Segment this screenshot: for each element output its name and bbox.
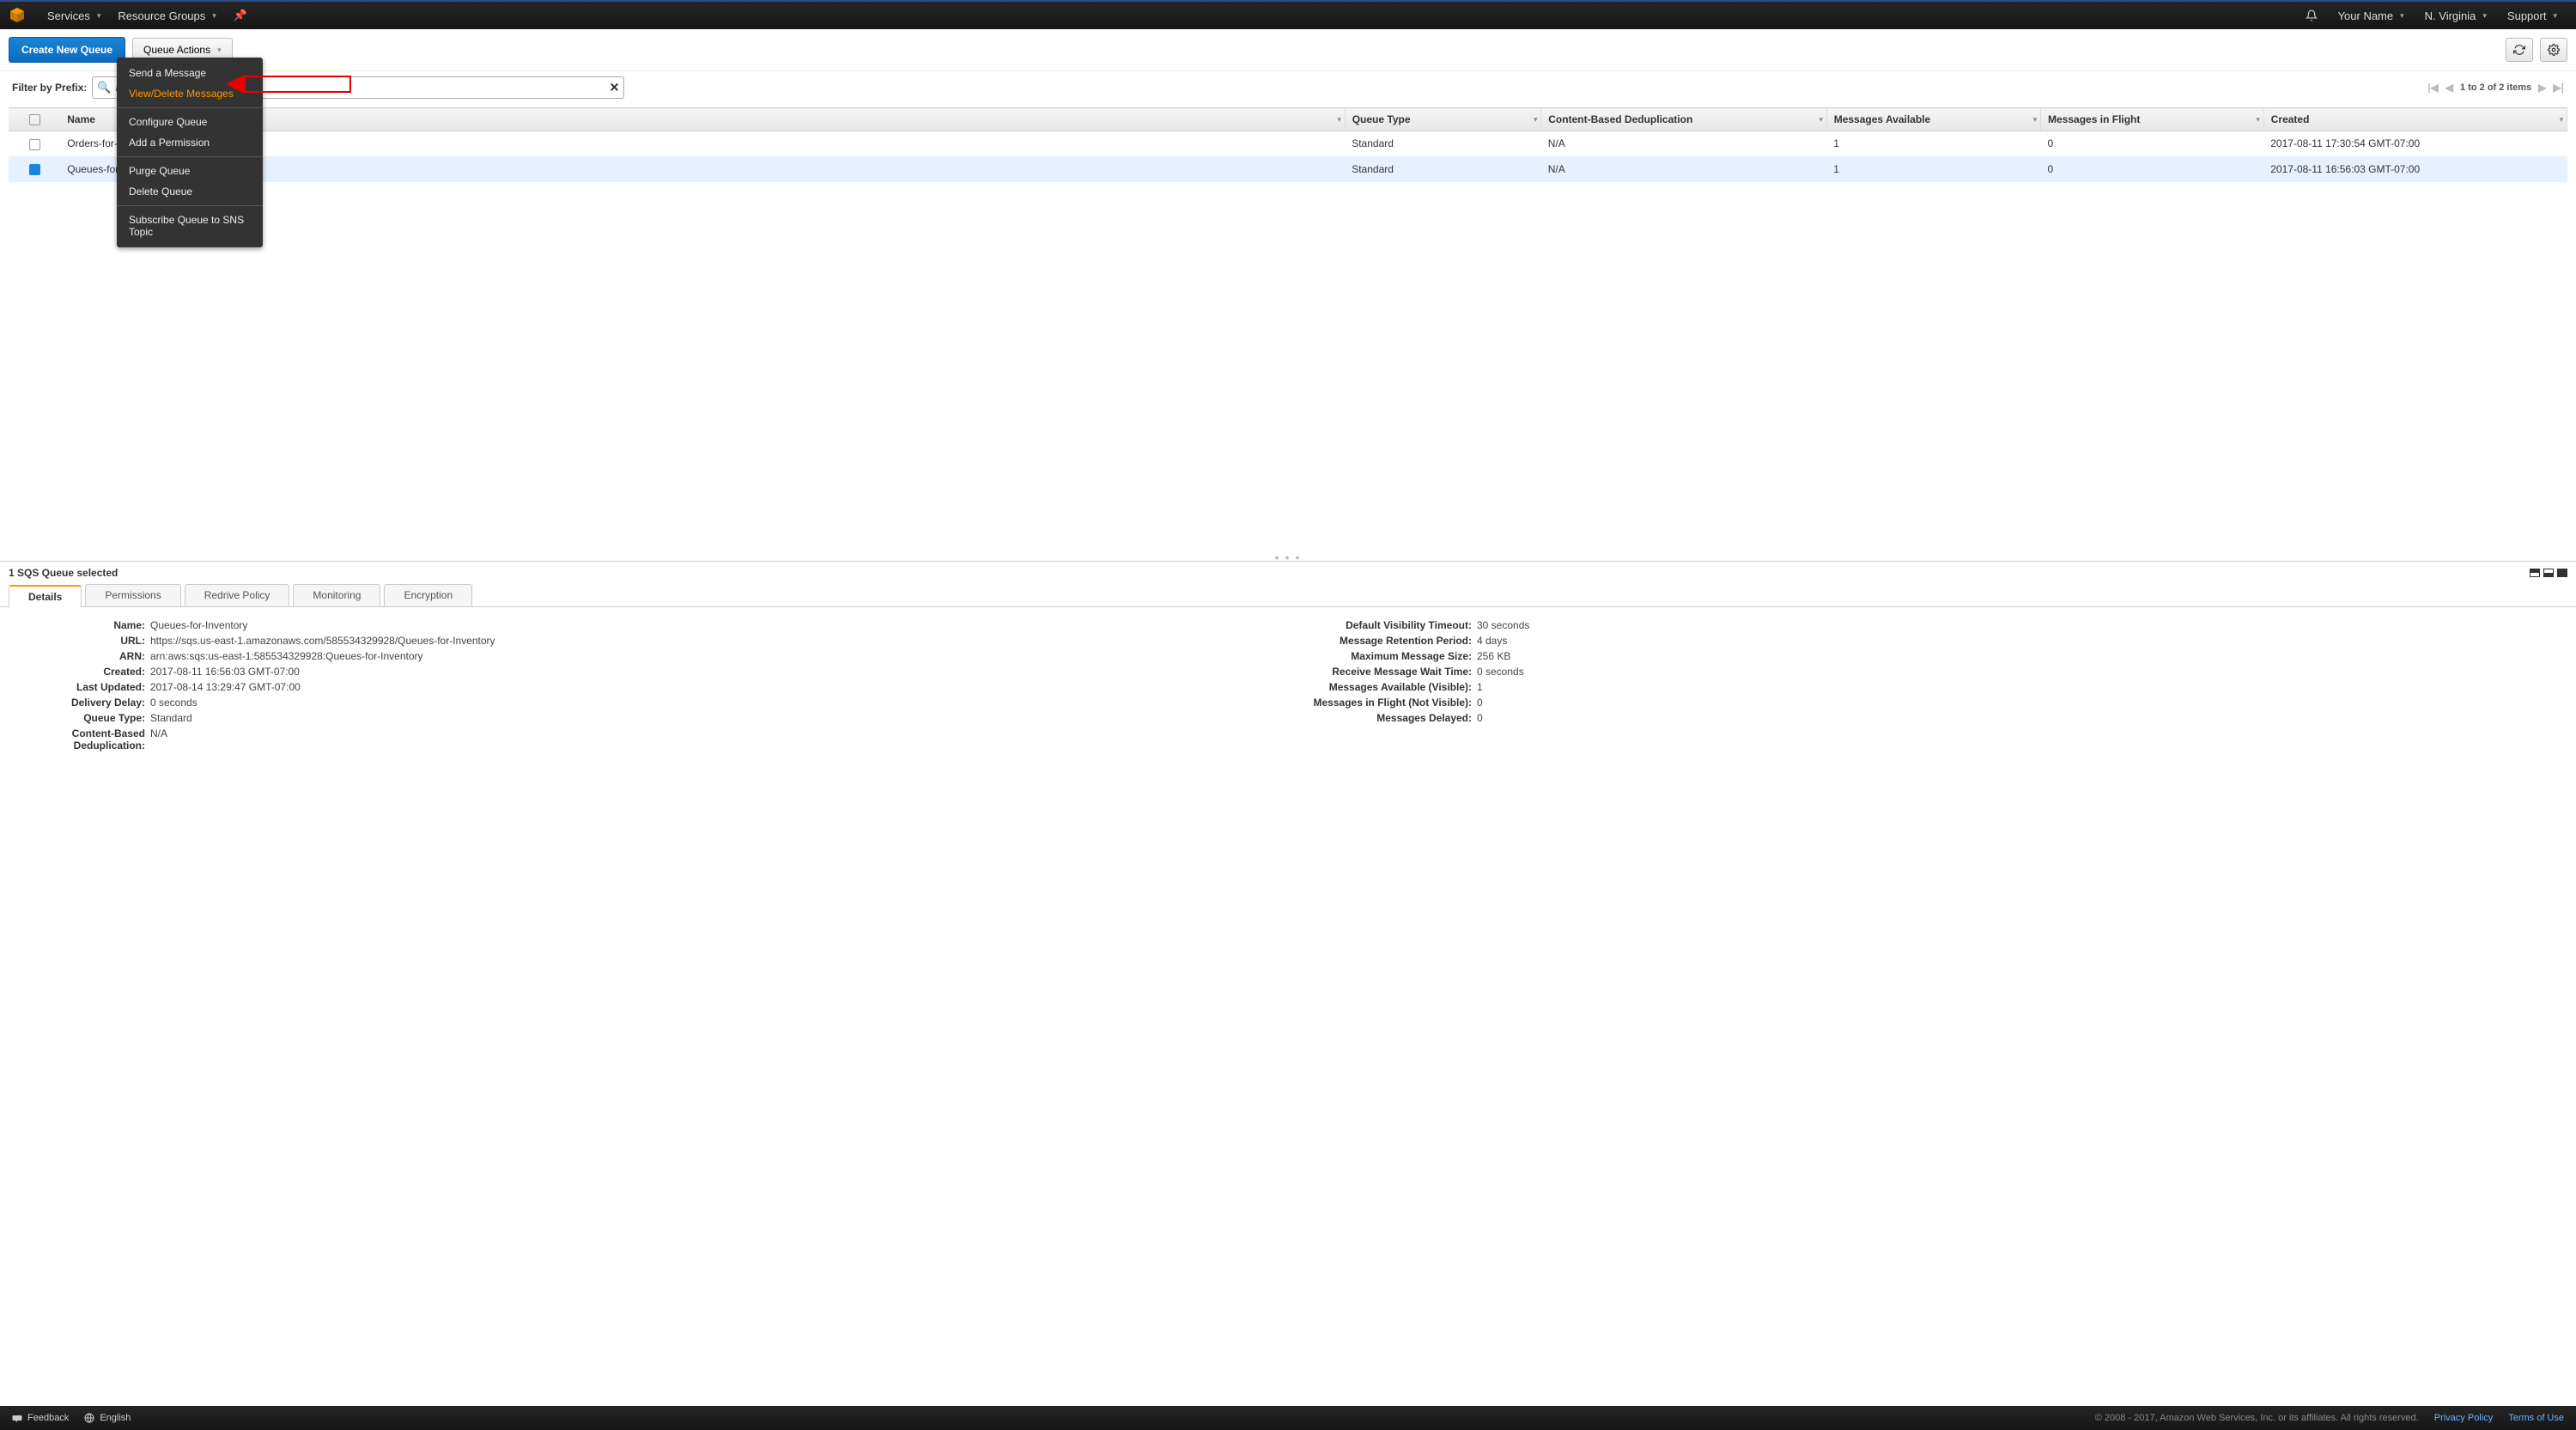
row-checkbox[interactable] [29, 139, 40, 150]
menu-subscribe-sns[interactable]: Subscribe Queue to SNS Topic [117, 210, 263, 242]
detail-created: 2017-08-11 16:56:03 GMT-07:00 [150, 666, 300, 678]
toolbar: Create New Queue Queue Actions▾ [0, 29, 2576, 71]
bell-icon[interactable] [2295, 1, 2328, 30]
detail-delivery-delay: 0 seconds [150, 697, 197, 709]
aws-logo-icon[interactable] [9, 7, 26, 24]
global-nav: Services▾ Resource Groups▾ 📌 Your Name▾ … [0, 0, 2576, 29]
nav-region[interactable]: N. Virginia▾ [2415, 1, 2497, 30]
search-icon: 🔍 [97, 81, 111, 94]
menu-send-message[interactable]: Send a Message [117, 63, 263, 83]
detail-url: https://sqs.us-east-1.amazonaws.com/5855… [150, 635, 495, 647]
filter-label: Filter by Prefix: [12, 82, 87, 94]
detail-tabs: Details Permissions Redrive Policy Monit… [0, 579, 2576, 607]
feedback-link[interactable]: Feedback [12, 1413, 69, 1423]
language-selector[interactable]: English [84, 1413, 131, 1423]
copyright: © 2008 - 2017, Amazon Web Services, Inc.… [2095, 1413, 2419, 1423]
nav-services[interactable]: Services▾ [39, 1, 109, 30]
detail-wait-time: 0 seconds [1477, 666, 1524, 678]
pager-next-icon[interactable]: ▶ [2538, 82, 2546, 94]
col-messages-available[interactable]: Messages Available▾ [1826, 108, 2040, 131]
detail-arn: arn:aws:sqs:us-east-1:585534329928:Queue… [150, 650, 423, 662]
nav-account[interactable]: Your Name▾ [2328, 1, 2415, 30]
detail-queue-type: Standard [150, 712, 192, 724]
selection-status: 1 SQS Queue selected [9, 567, 118, 579]
nav-support[interactable]: Support▾ [2497, 1, 2567, 30]
detail-msg-flight: 0 [1477, 697, 1483, 709]
refresh-button[interactable] [2506, 38, 2533, 62]
select-all-checkbox[interactable] [29, 114, 40, 125]
detail-cbd: N/A [150, 727, 167, 752]
col-cbd[interactable]: Content-Based Deduplication▾ [1541, 108, 1826, 131]
footer: Feedback English © 2008 - 2017, Amazon W… [0, 1406, 2576, 1430]
splitter-handle[interactable]: ● ● ● [0, 554, 2576, 561]
col-created[interactable]: Created▾ [2263, 108, 2567, 131]
terms-link[interactable]: Terms of Use [2508, 1413, 2564, 1423]
layout-switcher [2530, 569, 2567, 577]
queue-actions-menu: Send a Message View/Delete Messages Conf… [117, 58, 263, 247]
detail-msg-delayed: 0 [1477, 712, 1483, 724]
row-checkbox[interactable] [29, 164, 40, 175]
pager-prev-icon[interactable]: ◀ [2445, 82, 2453, 94]
pager-last-icon[interactable]: ▶| [2553, 82, 2564, 94]
queues-table: Name▾ Queue Type▾ Content-Based Deduplic… [9, 107, 2567, 182]
layout-full-icon[interactable] [2557, 569, 2567, 577]
detail-retention: 4 days [1477, 635, 1507, 647]
detail-vis-timeout: 30 seconds [1477, 619, 1529, 631]
tab-monitoring[interactable]: Monitoring [293, 584, 380, 606]
privacy-link[interactable]: Privacy Policy [2434, 1413, 2493, 1423]
menu-add-permission[interactable]: Add a Permission [117, 132, 263, 153]
tab-details[interactable]: Details [9, 585, 82, 607]
table-row[interactable]: Orders-for-Analytics Standard N/A 1 0 20… [9, 131, 2567, 156]
col-messages-in-flight[interactable]: Messages in Flight▾ [2041, 108, 2264, 131]
detail-msg-avail: 1 [1477, 681, 1483, 693]
clear-filter-icon[interactable]: ✕ [610, 81, 620, 95]
menu-delete-queue[interactable]: Delete Queue [117, 181, 263, 202]
filter-bar: Filter by Prefix: 🔍 ✕ |◀ ◀ 1 to 2 of 2 i… [0, 71, 2576, 107]
table-row[interactable]: Queues-for-Inventory Standard N/A 1 0 20… [9, 156, 2567, 181]
tab-permissions[interactable]: Permissions [85, 584, 180, 606]
detail-panel: 1 SQS Queue selected Details Permissions… [0, 561, 2576, 779]
pager: |◀ ◀ 1 to 2 of 2 items ▶ ▶| [2427, 82, 2564, 94]
layout-split-top-icon[interactable] [2530, 569, 2540, 577]
menu-view-delete-messages[interactable]: View/Delete Messages [117, 83, 263, 104]
tab-redrive-policy[interactable]: Redrive Policy [185, 584, 290, 606]
nav-resource-groups[interactable]: Resource Groups▾ [109, 1, 224, 30]
tab-encryption[interactable]: Encryption [384, 584, 472, 606]
pager-text: 1 to 2 of 2 items [2460, 82, 2531, 93]
settings-button[interactable] [2540, 38, 2567, 62]
layout-split-bottom-icon[interactable] [2543, 569, 2554, 577]
menu-configure-queue[interactable]: Configure Queue [117, 112, 263, 132]
menu-purge-queue[interactable]: Purge Queue [117, 161, 263, 181]
nav-pin-icon[interactable]: 📌 [225, 1, 256, 30]
col-queue-type[interactable]: Queue Type▾ [1345, 108, 1541, 131]
pager-first-icon[interactable]: |◀ [2427, 82, 2439, 94]
detail-name: Queues-for-Inventory [150, 619, 247, 631]
detail-last-updated: 2017-08-14 13:29:47 GMT-07:00 [150, 681, 301, 693]
create-new-queue-button[interactable]: Create New Queue [9, 37, 125, 63]
detail-max-size: 256 KB [1477, 650, 1510, 662]
